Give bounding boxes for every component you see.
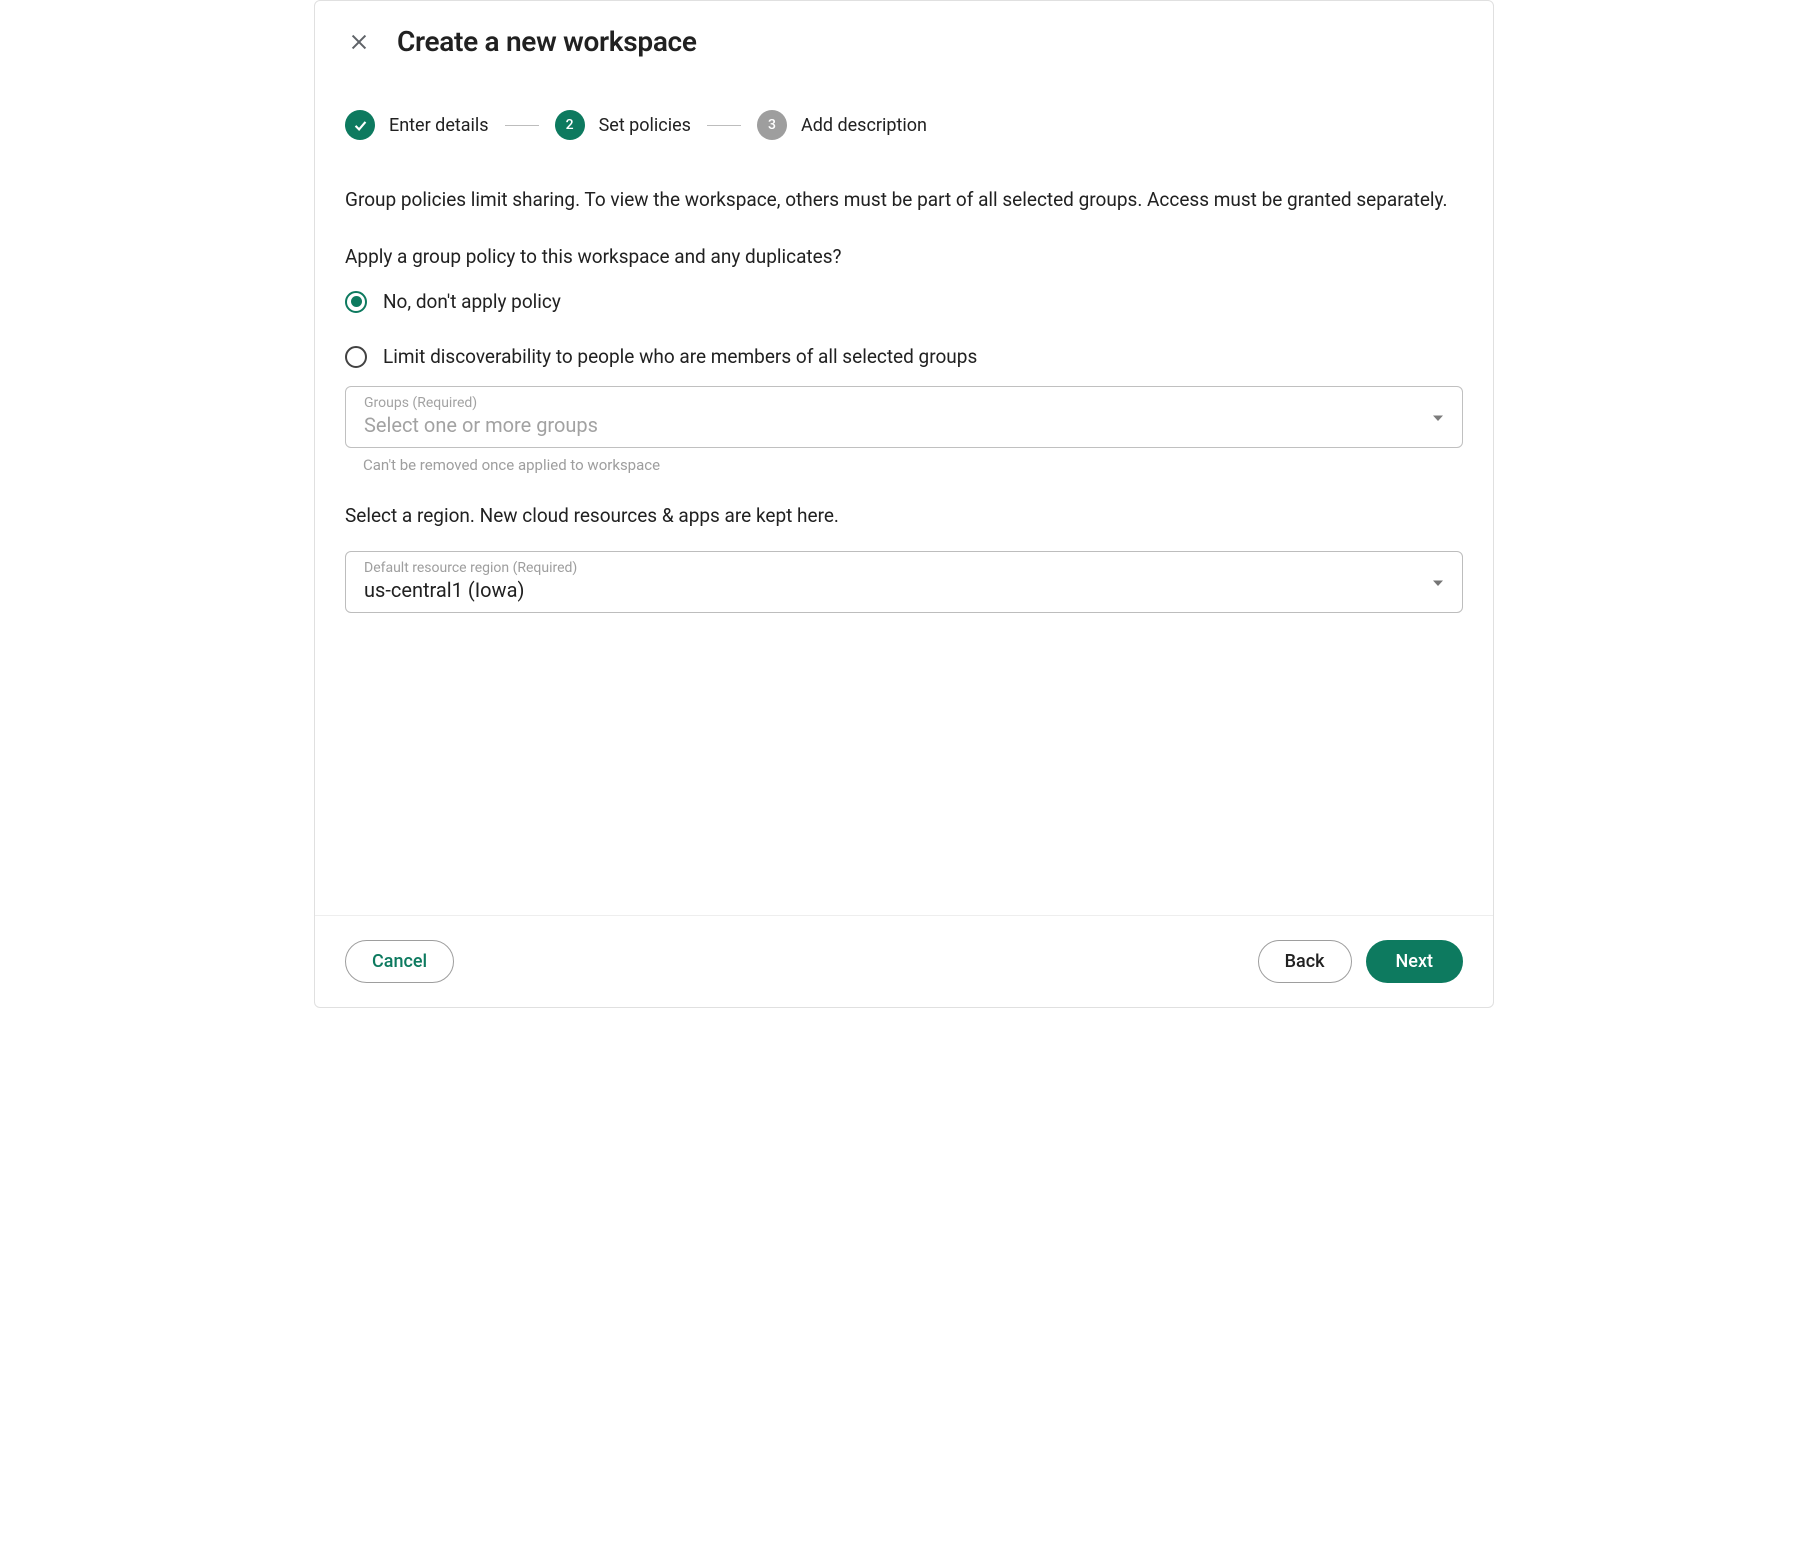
create-workspace-dialog: Create a new workspace Enter details 2 S… bbox=[314, 0, 1494, 1008]
back-button[interactable]: Back bbox=[1258, 940, 1352, 983]
step-circle-inactive: 3 bbox=[757, 110, 787, 140]
groups-field-label: Groups (Required) bbox=[364, 395, 1444, 411]
dialog-header: Create a new workspace bbox=[315, 1, 1493, 66]
step-circle-active: 2 bbox=[555, 110, 585, 140]
radio-label: No, don't apply policy bbox=[383, 290, 561, 313]
groups-helper-text: Can't be removed once applied to workspa… bbox=[345, 456, 1463, 474]
groups-field-placeholder: Select one or more groups bbox=[364, 413, 1444, 437]
radio-icon bbox=[345, 291, 367, 313]
region-section-label: Select a region. New cloud resources & a… bbox=[345, 504, 1463, 527]
dialog-title: Create a new workspace bbox=[397, 25, 697, 58]
step-connector bbox=[707, 125, 741, 126]
cancel-button[interactable]: Cancel bbox=[345, 940, 454, 983]
dialog-footer: Cancel Back Next bbox=[315, 915, 1493, 1007]
step-enter-details[interactable]: Enter details bbox=[345, 110, 489, 140]
dialog-body: Group policies limit sharing. To view th… bbox=[315, 150, 1493, 915]
region-field-label: Default resource region (Required) bbox=[364, 560, 1444, 576]
chevron-down-icon bbox=[1432, 573, 1444, 592]
step-set-policies[interactable]: 2 Set policies bbox=[555, 110, 691, 140]
policy-radio-group: No, don't apply policy Limit discoverabi… bbox=[345, 290, 1463, 368]
policy-intro-text: Group policies limit sharing. To view th… bbox=[345, 184, 1463, 215]
radio-label: Limit discoverability to people who are … bbox=[383, 345, 977, 368]
step-label: Add description bbox=[801, 115, 927, 136]
stepper: Enter details 2 Set policies 3 Add descr… bbox=[315, 66, 1493, 150]
groups-select[interactable]: Groups (Required) Select one or more gro… bbox=[345, 386, 1463, 448]
check-icon bbox=[352, 117, 369, 134]
radio-limit-discoverability[interactable]: Limit discoverability to people who are … bbox=[345, 345, 1463, 368]
close-icon bbox=[348, 31, 370, 53]
step-add-description[interactable]: 3 Add description bbox=[757, 110, 927, 140]
step-circle-done bbox=[345, 110, 375, 140]
radio-no-policy[interactable]: No, don't apply policy bbox=[345, 290, 1463, 313]
step-label: Set policies bbox=[599, 115, 691, 136]
policy-question: Apply a group policy to this workspace a… bbox=[345, 245, 1463, 268]
footer-right: Back Next bbox=[1258, 940, 1463, 983]
region-field-value: us-central1 (Iowa) bbox=[364, 578, 1444, 602]
step-label: Enter details bbox=[389, 115, 489, 136]
step-connector bbox=[505, 125, 539, 126]
region-select[interactable]: Default resource region (Required) us-ce… bbox=[345, 551, 1463, 613]
close-button[interactable] bbox=[345, 28, 373, 56]
radio-icon bbox=[345, 346, 367, 368]
next-button[interactable]: Next bbox=[1366, 940, 1463, 983]
chevron-down-icon bbox=[1432, 408, 1444, 427]
